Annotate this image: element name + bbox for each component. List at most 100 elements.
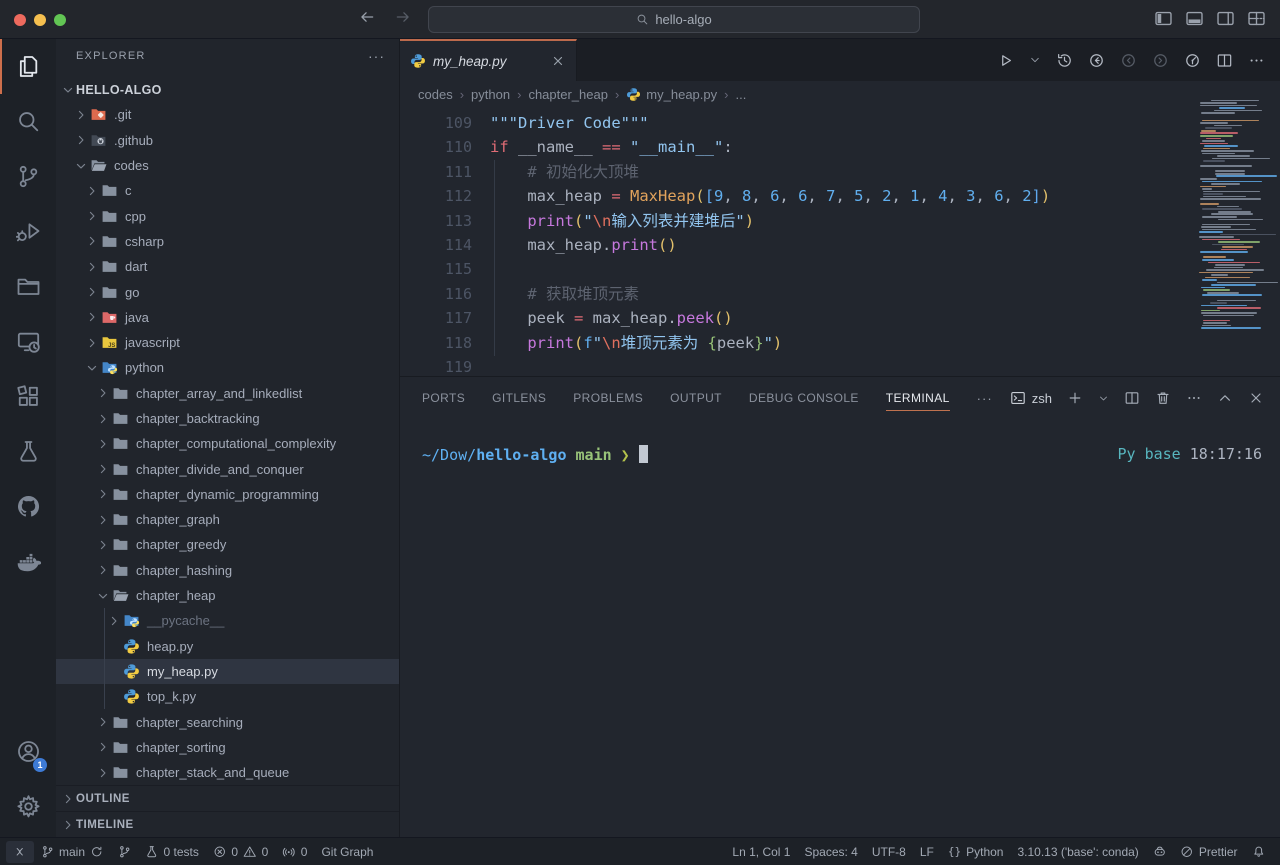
view-history-icon[interactable] xyxy=(1056,52,1073,69)
status-problems-status[interactable]: 00 xyxy=(206,841,275,863)
tree-item-chapter-heap[interactable]: chapter_heap xyxy=(56,583,399,608)
tree-item-chapter-computational-complexity[interactable]: chapter_computational_complexity xyxy=(56,431,399,456)
terminal-dropdown-icon[interactable] xyxy=(1098,393,1109,404)
panel-more-actions-icon[interactable] xyxy=(1186,390,1202,406)
breadcrumb-codes[interactable]: codes xyxy=(418,87,453,102)
code-line[interactable]: 114 max_heap.print() xyxy=(400,233,1280,257)
activity-remote-explorer[interactable] xyxy=(0,314,56,369)
status-copilot[interactable] xyxy=(1146,841,1174,863)
breadcrumb-my-heap-py[interactable]: my_heap.py xyxy=(626,87,717,102)
section-outline[interactable]: OUTLINE xyxy=(56,785,399,811)
activity-testing[interactable] xyxy=(0,424,56,479)
section-timeline[interactable]: TIMELINE xyxy=(56,811,399,837)
activity-source-control[interactable] xyxy=(0,149,56,204)
code-line[interactable]: 113 print("\n输入列表并建堆后") xyxy=(400,209,1280,233)
tree-item-top-k-py[interactable]: top_k.py xyxy=(56,684,399,709)
tree-item-hello-algo[interactable]: HELLO-ALGO xyxy=(56,77,399,102)
status-eol-sequence[interactable]: LF xyxy=(913,841,941,863)
status-encoding[interactable]: UTF-8 xyxy=(865,841,913,863)
minimize-window-button[interactable] xyxy=(34,14,46,26)
navigate-prev-change-icon[interactable] xyxy=(1120,52,1137,69)
tree-item-chapter-graph[interactable]: chapter_graph xyxy=(56,507,399,532)
code-line[interactable]: 117 peek = max_heap.peek() xyxy=(400,306,1280,330)
code-line[interactable]: 109"""Driver Code""" xyxy=(400,111,1280,135)
activity-docker[interactable] xyxy=(0,534,56,589)
tree-item-chapter-backtracking[interactable]: chapter_backtracking xyxy=(56,406,399,431)
tree-item-codes[interactable]: codes xyxy=(56,153,399,178)
toggle-panel-icon[interactable] xyxy=(1185,9,1204,28)
nav-forward-icon[interactable] xyxy=(394,8,412,26)
gitlens-graph-icon[interactable] xyxy=(1184,52,1201,69)
activity-explorer[interactable] xyxy=(0,39,56,94)
activity-settings[interactable] xyxy=(0,779,56,834)
tree-item-chapter-greedy[interactable]: chapter_greedy xyxy=(56,532,399,557)
panel-tab-terminal[interactable]: TERMINAL xyxy=(886,377,950,419)
status-prettier[interactable]: Prettier xyxy=(1173,841,1244,863)
breadcrumb-python[interactable]: python xyxy=(471,87,510,102)
status-indentation[interactable]: Spaces: 4 xyxy=(797,841,864,863)
navigate-back-icon[interactable] xyxy=(1088,52,1105,69)
tree-item-cpp[interactable]: cpp xyxy=(56,203,399,228)
activity-github[interactable] xyxy=(0,479,56,534)
tree-item-dart[interactable]: dart xyxy=(56,254,399,279)
code-line[interactable]: 111 # 初始化大顶堆 xyxy=(400,160,1280,184)
activity-accounts[interactable]: 1 xyxy=(0,724,56,779)
tree-item-chapter-stack-and-queue[interactable]: chapter_stack_and_queue xyxy=(56,760,399,785)
tree-item-my-heap-py[interactable]: my_heap.py xyxy=(56,659,399,684)
navigate-next-change-icon[interactable] xyxy=(1152,52,1169,69)
status-notifications[interactable] xyxy=(1245,841,1273,863)
status-ports-status[interactable]: 0 xyxy=(275,841,314,863)
status-branch-status[interactable]: main xyxy=(34,841,111,863)
kill-terminal-icon[interactable] xyxy=(1155,390,1171,406)
close-panel-icon[interactable] xyxy=(1248,390,1264,406)
split-editor-icon[interactable] xyxy=(1216,52,1233,69)
terminal-shell-item[interactable]: zsh xyxy=(1010,390,1052,406)
panel-tab-debug-console[interactable]: DEBUG CONSOLE xyxy=(749,377,859,419)
run-dropdown-icon[interactable] xyxy=(1029,54,1041,66)
panel-tab-gitlens[interactable]: GITLENS xyxy=(492,377,546,419)
tree-item-heap-py[interactable]: heap.py xyxy=(56,634,399,659)
tree-item-java[interactable]: java xyxy=(56,305,399,330)
panel-tab-output[interactable]: OUTPUT xyxy=(670,377,722,419)
explorer-more-actions[interactable]: ··· xyxy=(368,48,385,64)
code-line[interactable]: 110if __name__ == "__main__": xyxy=(400,135,1280,159)
tree-item-chapter-sorting[interactable]: chapter_sorting xyxy=(56,735,399,760)
panel-tab-problems[interactable]: PROBLEMS xyxy=(573,377,643,419)
code-line[interactable]: 116 # 获取堆顶元素 xyxy=(400,282,1280,306)
activity-search[interactable] xyxy=(0,94,56,149)
breadcrumb--[interactable]: ... xyxy=(735,87,746,102)
tree-item-c[interactable]: c xyxy=(56,178,399,203)
tree-item--github[interactable]: .github xyxy=(56,128,399,153)
status-git-graph-label[interactable]: Git Graph xyxy=(314,841,380,863)
status-cursor-position[interactable]: Ln 1, Col 1 xyxy=(725,841,797,863)
status-tests-status[interactable]: 0 tests xyxy=(138,841,206,863)
tree-item-chapter-divide-and-conquer[interactable]: chapter_divide_and_conquer xyxy=(56,456,399,481)
tree-item-csharp[interactable]: csharp xyxy=(56,229,399,254)
tree-item--git[interactable]: .git xyxy=(56,102,399,127)
activity-project-manager[interactable] xyxy=(0,259,56,314)
tree-item-chapter-dynamic-programming[interactable]: chapter_dynamic_programming xyxy=(56,482,399,507)
panel-tab-ports[interactable]: PORTS xyxy=(422,377,465,419)
code-line[interactable]: 112 max_heap = MaxHeap([9, 8, 6, 6, 7, 5… xyxy=(400,184,1280,208)
maximize-panel-icon[interactable] xyxy=(1217,390,1233,406)
tree-item-chapter-hashing[interactable]: chapter_hashing xyxy=(56,558,399,583)
minimap[interactable] xyxy=(1198,97,1270,337)
tree-item-go[interactable]: go xyxy=(56,279,399,304)
status-language-mode[interactable]: {}Python xyxy=(941,841,1011,863)
status-python-interpreter[interactable]: 3.10.13 ('base': conda) xyxy=(1010,841,1145,863)
terminal[interactable]: ~/Dow/hello-algo main ❯ Py base 18:17:16 xyxy=(400,419,1280,464)
customize-layout-icon[interactable] xyxy=(1247,9,1266,28)
new-terminal-icon[interactable] xyxy=(1067,390,1083,406)
command-center-search[interactable]: hello-algo xyxy=(428,6,920,33)
close-window-button[interactable] xyxy=(14,14,26,26)
activity-extensions[interactable] xyxy=(0,369,56,424)
status-remote-indicator[interactable] xyxy=(6,841,34,863)
traffic-lights[interactable] xyxy=(14,13,74,31)
code-editor[interactable]: 109"""Driver Code"""110if __name__ == "_… xyxy=(400,107,1280,380)
activity-run-and-debug[interactable] xyxy=(0,204,56,259)
more-actions-icon[interactable] xyxy=(1248,52,1265,69)
zoom-window-button[interactable] xyxy=(54,14,66,26)
tree-item-chapter-searching[interactable]: chapter_searching xyxy=(56,709,399,734)
nav-back-icon[interactable] xyxy=(358,8,376,26)
tab-close-icon[interactable] xyxy=(550,53,566,69)
